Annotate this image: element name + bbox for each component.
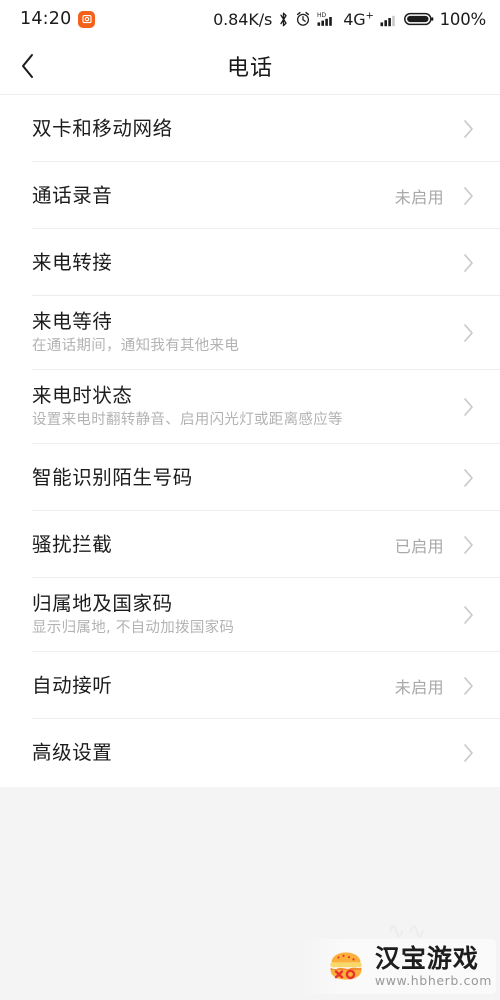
hd-signal-bars-icon: HD	[317, 11, 337, 28]
row-texts: 来电时状态 设置来电时翻转静音、启用闪光灯或距离感应等	[32, 384, 460, 429]
settings-row-call-waiting[interactable]: 来电等待 在通话期间，通知我有其他来电	[0, 296, 500, 370]
network-speed-text: 0.84K/s	[213, 9, 273, 29]
settings-row-harassment-blocking[interactable]: 骚扰拦截 已启用	[0, 511, 500, 578]
settings-row-identify-unknown-numbers[interactable]: 智能识别陌生号码	[0, 444, 500, 511]
row-texts: 来电等待 在通话期间，通知我有其他来电	[32, 310, 460, 355]
chevron-right-icon	[460, 397, 476, 417]
row-value: 未启用	[394, 187, 444, 207]
row-title: 来电等待	[32, 310, 113, 334]
chevron-right-icon	[460, 468, 476, 488]
settings-row-dual-sim[interactable]: 双卡和移动网络	[0, 95, 500, 162]
status-bar: 14:20 0.84K/s HD 4G+ 100%	[0, 0, 500, 38]
chevron-right-icon	[460, 253, 476, 273]
chevron-right-icon	[460, 743, 476, 763]
settings-list: 双卡和移动网络 通话录音 未启用 来电转接 来电等待 在通话期间，通知我有其他来…	[0, 95, 500, 787]
back-chevron-icon	[20, 52, 36, 80]
phone-screen: 14:20 0.84K/s HD 4G+ 100% 电话 双卡和移动网络 通话录…	[0, 0, 500, 1000]
back-button[interactable]	[0, 38, 56, 95]
row-texts: 来电转接	[32, 251, 460, 274]
row-value: 已启用	[394, 536, 444, 556]
row-title: 来电转接	[32, 251, 113, 274]
row-texts: 骚扰拦截	[32, 533, 395, 556]
row-texts: 智能识别陌生号码	[32, 466, 460, 489]
row-texts: 通话录音	[32, 184, 395, 207]
row-title: 骚扰拦截	[32, 533, 113, 556]
chevron-right-icon	[460, 535, 476, 555]
row-title: 高级设置	[32, 741, 113, 764]
settings-row-call-forwarding[interactable]: 来电转接	[0, 229, 500, 296]
row-subtitle: 显示归属地, 不自动加拨国家码	[32, 620, 235, 637]
network-type-suffix: +	[365, 10, 374, 22]
chevron-right-icon	[460, 186, 476, 206]
alarm-clock-icon	[295, 11, 311, 27]
status-bar-right: 0.84K/s HD 4G+ 100%	[213, 10, 486, 29]
settings-row-auto-answer[interactable]: 自动接听 未启用	[0, 652, 500, 719]
page-empty-area: ∿∿ 汉宝游戏 www.hbherb.com	[0, 787, 500, 1000]
screenshot-app-icon	[78, 10, 96, 28]
row-value: 未启用	[394, 677, 444, 697]
row-title: 双卡和移动网络	[32, 117, 173, 140]
battery-full-icon	[403, 11, 434, 27]
row-title: 智能识别陌生号码	[32, 466, 193, 489]
row-title: 来电时状态	[32, 384, 133, 408]
row-title: 自动接听	[32, 674, 113, 697]
watermark-title: 汉宝游戏	[374, 943, 479, 973]
chevron-right-icon	[460, 605, 476, 625]
network-type-label: 4G+	[343, 9, 374, 29]
network-type-text: 4G	[343, 9, 366, 29]
site-watermark: 汉宝游戏 www.hbherb.com	[299, 938, 496, 994]
settings-row-advanced-settings[interactable]: 高级设置	[0, 719, 500, 786]
row-texts: 双卡和移动网络	[32, 117, 460, 140]
settings-row-incoming-call-status[interactable]: 来电时状态 设置来电时翻转静音、启用闪光灯或距离感应等	[0, 370, 500, 444]
row-texts: 自动接听	[32, 674, 395, 697]
row-subtitle: 在通话期间，通知我有其他来电	[32, 338, 240, 355]
row-title: 归属地及国家码	[32, 592, 173, 616]
row-title: 通话录音	[32, 184, 113, 207]
svg-text:HD: HD	[317, 12, 327, 19]
row-texts: 归属地及国家码 显示归属地, 不自动加拨国家码	[32, 592, 460, 637]
bluetooth-icon	[278, 11, 289, 28]
row-subtitle: 设置来电时翻转静音、启用闪光灯或距离感应等	[32, 412, 343, 429]
settings-row-location-country-code[interactable]: 归属地及国家码 显示归属地, 不自动加拨国家码	[0, 578, 500, 652]
settings-row-call-recording[interactable]: 通话录音 未启用	[0, 162, 500, 229]
signal-bars-icon	[380, 12, 398, 27]
burger-logo-icon	[326, 946, 366, 986]
watermark-url: www.hbherb.com	[374, 972, 492, 988]
chevron-right-icon	[460, 676, 476, 696]
chevron-right-icon	[460, 119, 476, 139]
battery-percent-text: 100%	[439, 9, 487, 29]
watermark-texts: 汉宝游戏 www.hbherb.com	[375, 946, 492, 988]
app-header: 电话	[0, 38, 500, 95]
status-time: 14:20	[20, 9, 72, 29]
chevron-right-icon	[460, 323, 476, 343]
page-title: 电话	[226, 56, 273, 81]
row-texts: 高级设置	[32, 741, 460, 764]
status-bar-left: 14:20	[20, 9, 96, 29]
